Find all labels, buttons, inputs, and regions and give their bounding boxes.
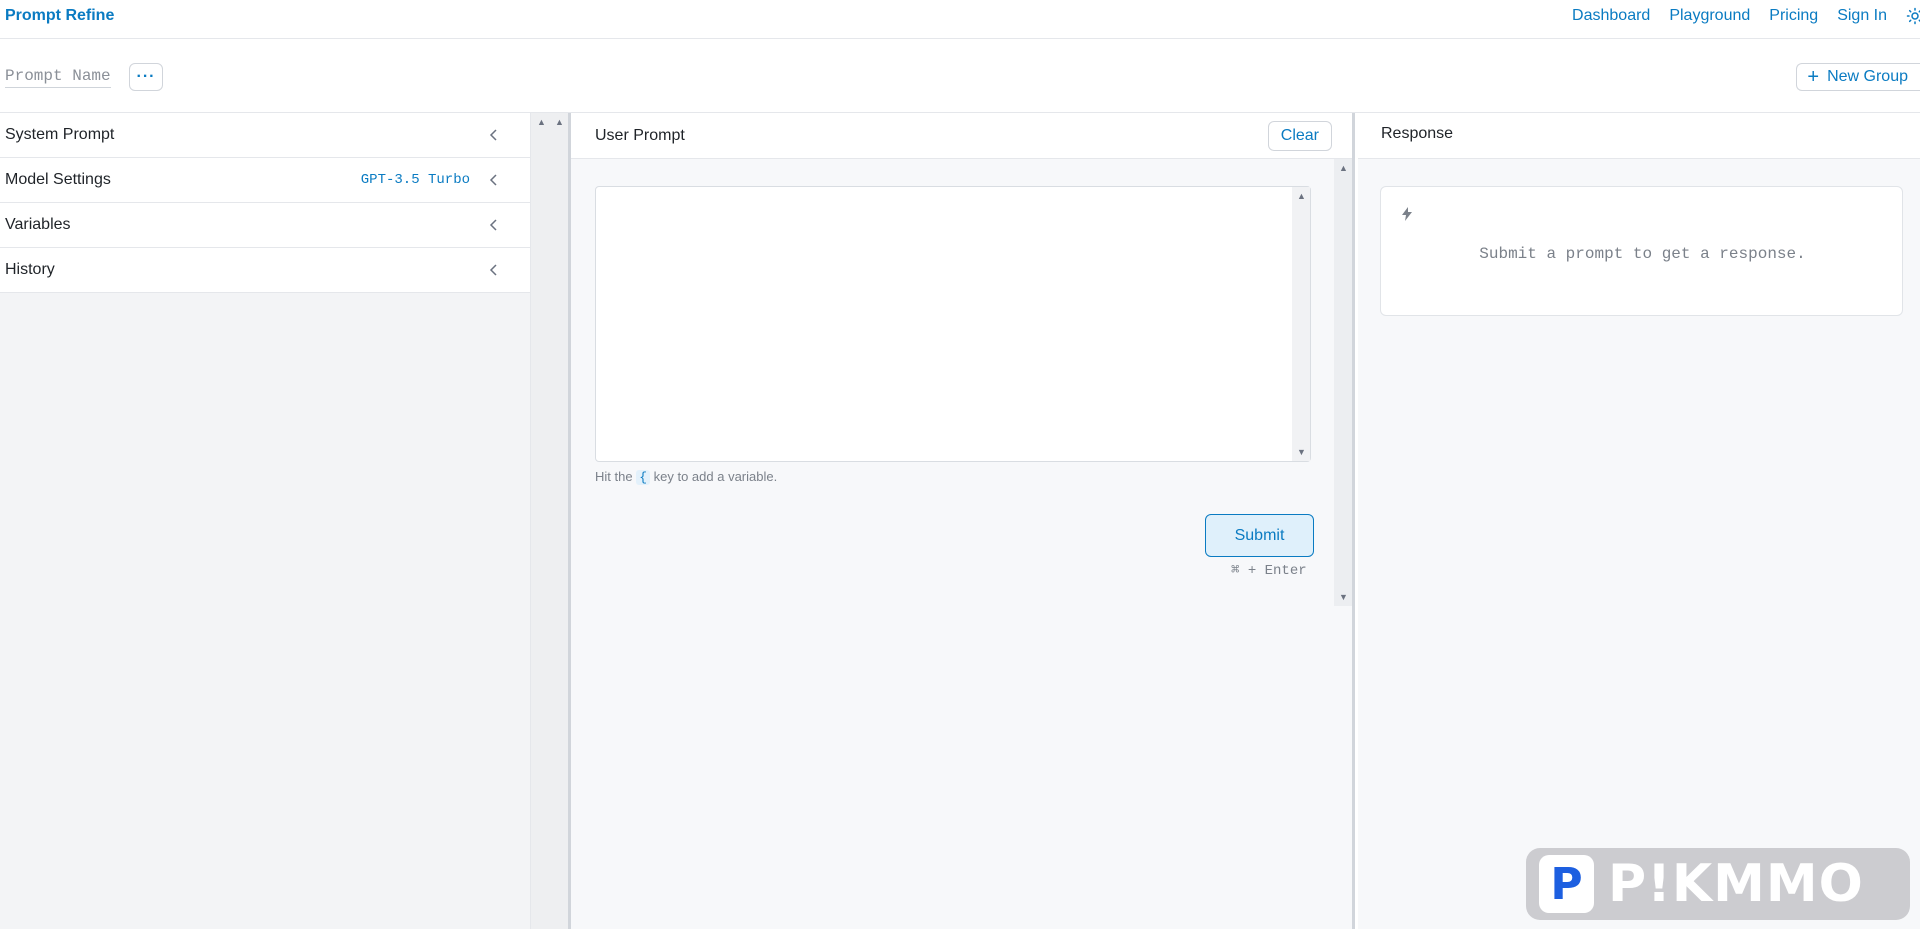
scroll-up-arrow-icon[interactable]: ▲	[555, 117, 564, 127]
model-name-badge: GPT-3.5 Turbo	[360, 172, 470, 188]
prompt-toolbar: ··· + New Group	[0, 39, 1920, 113]
response-panel: Response Submit a prompt to get a respon…	[1358, 113, 1920, 929]
accordion-history[interactable]: History	[0, 248, 530, 293]
submit-shortcut: ⌘ + Enter	[1231, 563, 1307, 579]
sun-icon[interactable]	[1906, 7, 1920, 25]
clear-button[interactable]: Clear	[1267, 121, 1332, 151]
new-group-button[interactable]: + New Group	[1796, 63, 1920, 91]
brand-logo[interactable]: Prompt Refine	[5, 7, 114, 25]
hint-text: Hit the	[595, 469, 633, 484]
accordion-label: History	[5, 261, 55, 278]
accordion-label: Model Settings	[5, 171, 111, 188]
prompt-name-input[interactable]	[5, 64, 111, 88]
watermark-logo-icon: P	[1539, 855, 1594, 913]
hint-text: key to add a variable.	[653, 469, 778, 484]
nav-links: Dashboard Playground Pricing Sign In	[1572, 7, 1920, 25]
scroll-down-arrow-icon[interactable]: ▼	[1297, 447, 1306, 457]
response-output: Submit a prompt to get a response.	[1380, 186, 1903, 316]
user-prompt-panel: User Prompt Clear ▲ ▼ ▲ ▼ Hit the { key …	[568, 113, 1355, 929]
bolt-icon	[1402, 207, 1412, 221]
nav-link-playground[interactable]: Playground	[1669, 7, 1750, 25]
response-empty-text: Submit a prompt to get a response.	[1479, 245, 1806, 263]
hint-key: {	[636, 470, 651, 485]
accordion-variables[interactable]: Variables	[0, 203, 530, 248]
textarea-scrollbar[interactable]: ▲ ▼	[1292, 187, 1310, 461]
nav-link-sign-in[interactable]: Sign In	[1837, 7, 1887, 25]
new-group-label: New Group	[1827, 68, 1908, 85]
user-prompt-header: User Prompt Clear	[571, 113, 1352, 159]
response-title: Response	[1381, 125, 1454, 142]
user-prompt-textarea[interactable]	[596, 187, 1292, 461]
user-prompt-editor: ▲ ▼	[595, 186, 1311, 462]
more-options-button[interactable]: ···	[129, 63, 163, 91]
top-nav: Prompt Refine Dashboard Playground Prici…	[0, 0, 1920, 39]
nav-link-pricing[interactable]: Pricing	[1769, 7, 1818, 25]
chevron-left-icon	[489, 219, 497, 231]
chevron-left-icon	[489, 129, 497, 141]
accordion-label: Variables	[5, 216, 71, 233]
accordion-label: System Prompt	[5, 126, 115, 143]
user-prompt-title: User Prompt	[595, 127, 685, 144]
panel-scrollbar[interactable]: ▲ ▼	[1334, 159, 1352, 606]
submit-button[interactable]: Submit	[1205, 514, 1314, 557]
scroll-up-arrow-icon[interactable]: ▲	[1339, 163, 1348, 173]
nav-link-dashboard[interactable]: Dashboard	[1572, 7, 1650, 25]
chevron-left-icon	[489, 264, 497, 276]
plus-icon: +	[1807, 66, 1820, 88]
settings-sidebar: System Prompt Model Settings GPT-3.5 Tur…	[0, 113, 530, 929]
scroll-up-arrow-icon[interactable]: ▲	[1297, 191, 1306, 201]
watermark-text: P!KMMO	[1608, 854, 1864, 914]
response-header: Response	[1358, 113, 1920, 159]
scroll-up-arrow-icon[interactable]: ▲	[537, 117, 546, 127]
accordion-system-prompt[interactable]: System Prompt	[0, 113, 530, 158]
panel-scrollbar-strip[interactable]: ▲ ▲	[530, 113, 568, 929]
chevron-left-icon	[489, 174, 497, 186]
watermark: P P!KMMO	[1526, 848, 1910, 920]
variable-hint: Hit the { key to add a variable.	[595, 469, 777, 485]
scroll-down-arrow-icon[interactable]: ▼	[1339, 592, 1348, 602]
accordion-model-settings[interactable]: Model Settings GPT-3.5 Turbo	[0, 158, 530, 203]
watermark-logo-letter: P	[1550, 858, 1583, 910]
